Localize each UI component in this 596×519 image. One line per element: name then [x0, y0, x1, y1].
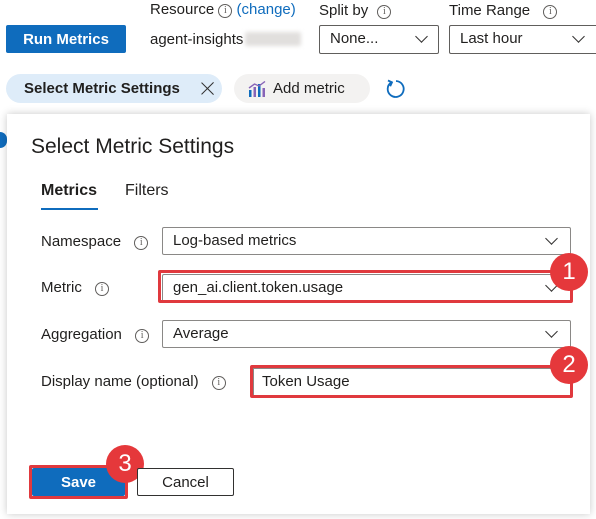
- metric-highlight: [158, 270, 573, 303]
- namespace-dropdown[interactable]: Log-based metrics: [162, 227, 571, 255]
- metric-label-group: Metric i: [41, 279, 110, 296]
- chevron-down-icon: [545, 232, 558, 245]
- close-icon[interactable]: [199, 80, 216, 97]
- step-badge-2: 2: [550, 346, 588, 384]
- namespace-label: Namespace: [41, 233, 122, 250]
- resource-label: Resource: [150, 1, 215, 18]
- step-badge-1: 1: [550, 253, 588, 291]
- active-tab-indicator: [41, 208, 98, 210]
- refresh-icon[interactable]: [385, 78, 407, 100]
- add-metric-icon: [248, 81, 266, 97]
- info-icon[interactable]: i: [543, 5, 558, 19]
- chevron-down-icon: [572, 30, 585, 43]
- namespace-label-group: Namespace i: [41, 233, 149, 250]
- display-name-highlight: [250, 365, 573, 398]
- resource-value: agent-insights: [150, 31, 244, 48]
- split-by-label: Split by: [319, 2, 369, 19]
- split-by-dropdown[interactable]: None...: [319, 25, 439, 54]
- chip-label: Select Metric Settings: [24, 80, 180, 97]
- aggregation-value: Average: [173, 325, 229, 342]
- panel-edge-marker: [0, 132, 7, 148]
- info-icon[interactable]: i: [218, 4, 233, 18]
- tab-metrics[interactable]: Metrics: [41, 182, 97, 200]
- select-metric-settings-chip[interactable]: Select Metric Settings: [6, 74, 222, 103]
- split-by-value: None...: [330, 30, 379, 47]
- panel-title: Select Metric Settings: [31, 135, 235, 158]
- time-range-dropdown[interactable]: Last hour: [449, 25, 596, 54]
- display-name-label: Display name (optional): [41, 373, 199, 390]
- namespace-value: Log-based metrics: [173, 232, 297, 249]
- add-metric-label: Add metric: [273, 80, 345, 97]
- change-resource-link[interactable]: (change): [237, 1, 296, 18]
- time-range-label-group: Time Range i: [449, 2, 558, 19]
- resource-label-group: Resource i (change): [150, 1, 296, 18]
- time-range-label: Time Range: [449, 2, 531, 19]
- run-metrics-button[interactable]: Run Metrics: [6, 25, 126, 53]
- cancel-button[interactable]: Cancel: [137, 468, 234, 496]
- info-icon[interactable]: i: [134, 236, 149, 250]
- chevron-down-icon: [415, 30, 428, 43]
- redacted-text: [245, 32, 302, 46]
- resource-value-group: agent-insights: [150, 31, 302, 48]
- aggregation-label-group: Aggregation i: [41, 326, 150, 343]
- metric-label: Metric: [41, 279, 82, 296]
- display-name-label-group: Display name (optional) i: [41, 373, 226, 390]
- time-range-value: Last hour: [460, 30, 523, 47]
- chevron-down-icon: [545, 325, 558, 338]
- info-icon[interactable]: i: [211, 376, 226, 390]
- split-by-label-group: Split by i: [319, 2, 392, 19]
- metric-settings-panel: [7, 114, 590, 514]
- info-icon[interactable]: i: [135, 329, 150, 343]
- add-metric-button[interactable]: Add metric: [234, 74, 370, 103]
- info-icon[interactable]: i: [95, 282, 110, 296]
- tab-filters[interactable]: Filters: [125, 182, 169, 200]
- info-icon[interactable]: i: [377, 5, 392, 19]
- aggregation-label: Aggregation: [41, 326, 122, 343]
- aggregation-dropdown[interactable]: Average: [162, 320, 571, 348]
